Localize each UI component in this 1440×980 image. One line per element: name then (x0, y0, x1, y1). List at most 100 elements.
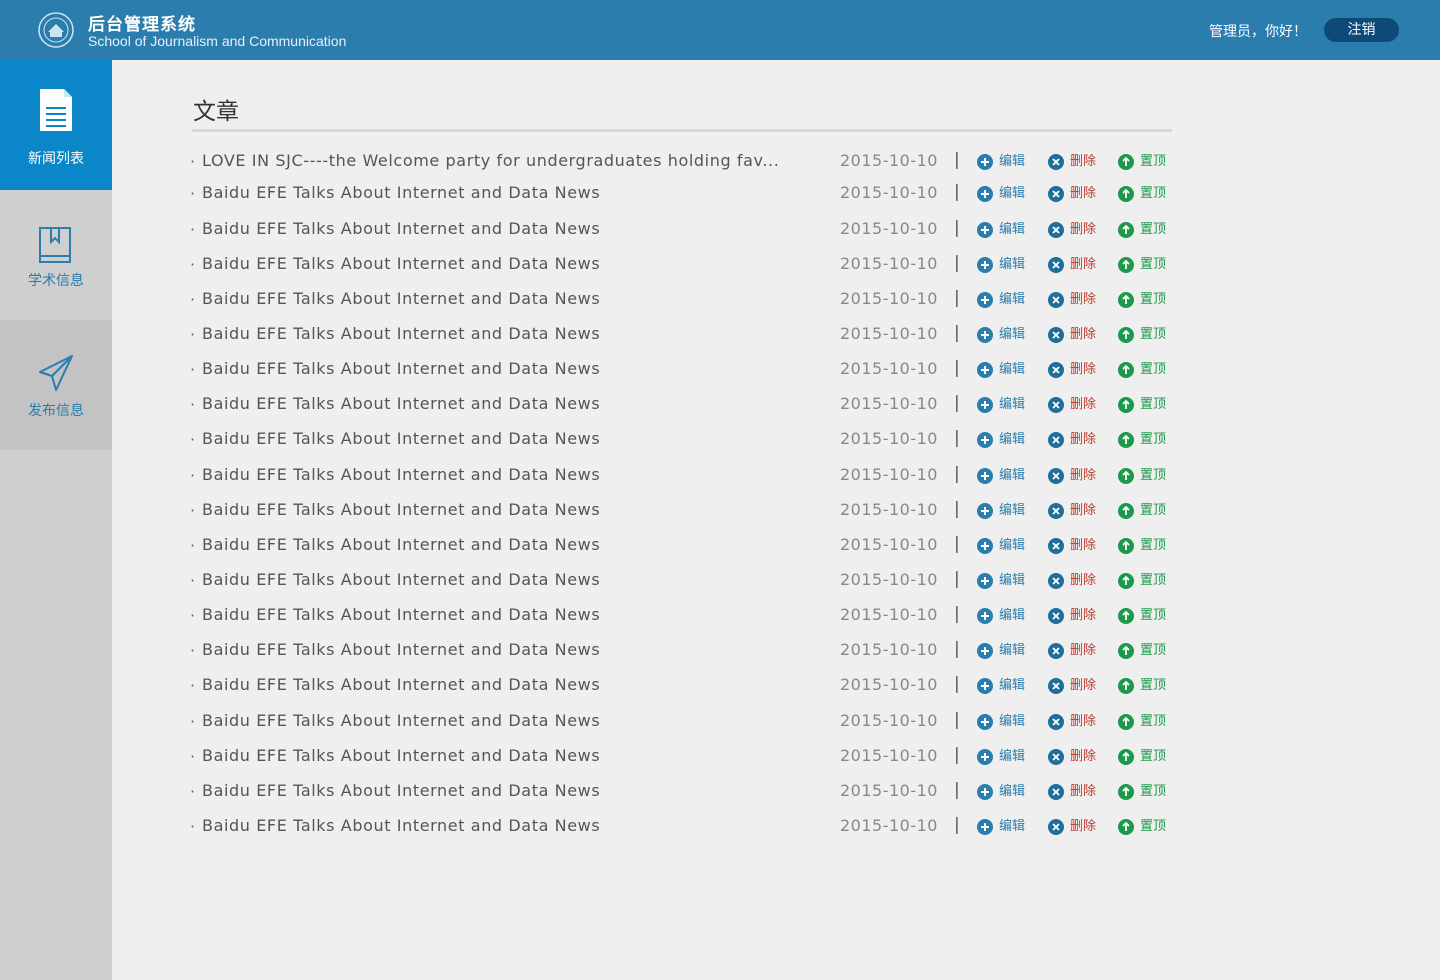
edit-button[interactable]: 编辑 (977, 783, 1033, 801)
delete-button[interactable]: 删除 (1048, 537, 1104, 555)
pin-button[interactable]: 置顶 (1118, 537, 1174, 555)
delete-button[interactable]: 删除 (1048, 677, 1104, 695)
delete-label: 删除 (1070, 397, 1097, 412)
sidebar-item-academic-info[interactable]: 学术信息 (0, 190, 112, 320)
edit-button[interactable]: 编辑 (977, 713, 1033, 731)
pin-button[interactable]: 置顶 (1118, 185, 1174, 203)
edit-button[interactable]: 编辑 (977, 221, 1033, 239)
article-title[interactable]: Baidu EFE Talks About Internet and Data … (202, 816, 787, 835)
delete-button[interactable]: 删除 (1048, 361, 1104, 379)
pin-button[interactable]: 置顶 (1118, 256, 1174, 274)
article-title[interactable]: Baidu EFE Talks About Internet and Data … (202, 465, 787, 484)
close-circle-icon (1048, 327, 1064, 343)
delete-button[interactable]: 删除 (1048, 396, 1104, 414)
article-date: 2015-10-10 (840, 254, 938, 273)
edit-button[interactable]: 编辑 (977, 607, 1033, 625)
delete-button[interactable]: 删除 (1048, 607, 1104, 625)
article-title[interactable]: Baidu EFE Talks About Internet and Data … (202, 183, 787, 202)
pin-button[interactable]: 置顶 (1118, 818, 1174, 836)
delete-button[interactable]: 删除 (1048, 713, 1104, 731)
edit-button[interactable]: 编辑 (977, 467, 1033, 485)
pin-button[interactable]: 置顶 (1118, 361, 1174, 379)
article-title[interactable]: Baidu EFE Talks About Internet and Data … (202, 219, 787, 238)
article-title[interactable]: Baidu EFE Talks About Internet and Data … (202, 570, 787, 589)
pin-button[interactable]: 置顶 (1118, 677, 1174, 695)
article-title[interactable]: Baidu EFE Talks About Internet and Data … (202, 254, 787, 273)
edit-button[interactable]: 编辑 (977, 431, 1033, 449)
article-title[interactable]: Baidu EFE Talks About Internet and Data … (202, 394, 787, 413)
pin-button[interactable]: 置顶 (1118, 431, 1174, 449)
article-date: 2015-10-10 (840, 429, 938, 448)
list-item: · Baidu EFE Talks About Internet and Data… (190, 178, 1180, 210)
delete-button[interactable]: 删除 (1048, 818, 1104, 836)
article-title[interactable]: Baidu EFE Talks About Internet and Data … (202, 359, 787, 378)
edit-button[interactable]: 编辑 (977, 572, 1033, 590)
delete-button[interactable]: 删除 (1048, 291, 1104, 309)
article-title[interactable]: Baidu EFE Talks About Internet and Data … (202, 675, 787, 694)
edit-button[interactable]: 编辑 (977, 818, 1033, 836)
close-circle-icon (1048, 678, 1064, 694)
delete-button[interactable]: 删除 (1048, 572, 1104, 590)
delete-button[interactable]: 删除 (1048, 153, 1104, 171)
pin-button[interactable]: 置顶 (1118, 153, 1174, 171)
article-title[interactable]: Baidu EFE Talks About Internet and Data … (202, 711, 787, 730)
edit-button[interactable]: 编辑 (977, 748, 1033, 766)
article-title[interactable]: LOVE IN SJC----the Welcome party for und… (202, 151, 787, 170)
article-title[interactable]: Baidu EFE Talks About Internet and Data … (202, 640, 787, 659)
article-date: 2015-10-10 (840, 219, 938, 238)
pin-button[interactable]: 置顶 (1118, 572, 1174, 590)
edit-button[interactable]: 编辑 (977, 326, 1033, 344)
pin-button[interactable]: 置顶 (1118, 396, 1174, 414)
edit-button[interactable]: 编辑 (977, 361, 1033, 379)
sidebar-item-publish-info[interactable]: 发布信息 (0, 320, 112, 450)
list-item: · Baidu EFE Talks About Internet and Data… (190, 600, 1180, 632)
pin-button[interactable]: 置顶 (1118, 748, 1174, 766)
article-title[interactable]: Baidu EFE Talks About Internet and Data … (202, 289, 787, 308)
article-title[interactable]: Baidu EFE Talks About Internet and Data … (202, 429, 787, 448)
article-title[interactable]: Baidu EFE Talks About Internet and Data … (202, 605, 787, 624)
article-title[interactable]: Baidu EFE Talks About Internet and Data … (202, 500, 787, 519)
edit-button[interactable]: 编辑 (977, 185, 1033, 203)
edit-button[interactable]: 编辑 (977, 291, 1033, 309)
delete-button[interactable]: 删除 (1048, 431, 1104, 449)
article-title[interactable]: Baidu EFE Talks About Internet and Data … (202, 535, 787, 554)
article-title[interactable]: Baidu EFE Talks About Internet and Data … (202, 746, 787, 765)
delete-button[interactable]: 删除 (1048, 748, 1104, 766)
delete-button[interactable]: 删除 (1048, 256, 1104, 274)
delete-button[interactable]: 删除 (1048, 185, 1104, 203)
edit-button[interactable]: 编辑 (977, 677, 1033, 695)
article-date: 2015-10-10 (840, 675, 938, 694)
edit-button[interactable]: 编辑 (977, 537, 1033, 555)
delete-button[interactable]: 删除 (1048, 467, 1104, 485)
edit-button[interactable]: 编辑 (977, 256, 1033, 274)
sidebar-item-news-list[interactable]: 新闻列表 (0, 60, 112, 190)
pin-button[interactable]: 置顶 (1118, 607, 1174, 625)
delete-button[interactable]: 删除 (1048, 326, 1104, 344)
edit-button[interactable]: 编辑 (977, 502, 1033, 520)
list-item: · Baidu EFE Talks About Internet and Data… (190, 495, 1180, 527)
pin-button[interactable]: 置顶 (1118, 291, 1174, 309)
pin-button[interactable]: 置顶 (1118, 642, 1174, 660)
edit-button[interactable]: 编辑 (977, 642, 1033, 660)
pin-button[interactable]: 置顶 (1118, 326, 1174, 344)
pin-button[interactable]: 置顶 (1118, 783, 1174, 801)
pin-label: 置顶 (1140, 503, 1167, 518)
pin-button[interactable]: 置顶 (1118, 713, 1174, 731)
article-title[interactable]: Baidu EFE Talks About Internet and Data … (202, 324, 787, 343)
list-item: · Baidu EFE Talks About Internet and Data… (190, 389, 1180, 421)
edit-button[interactable]: 编辑 (977, 396, 1033, 414)
pin-label: 置顶 (1140, 608, 1167, 623)
delete-button[interactable]: 删除 (1048, 221, 1104, 239)
list-item: · Baidu EFE Talks About Internet and Data… (190, 530, 1180, 562)
bullet: · (190, 501, 196, 520)
pin-button[interactable]: 置顶 (1118, 502, 1174, 520)
delete-button[interactable]: 删除 (1048, 502, 1104, 520)
edit-button[interactable]: 编辑 (977, 153, 1033, 171)
pin-button[interactable]: 置顶 (1118, 221, 1174, 239)
logout-button[interactable]: 注销 (1324, 18, 1399, 42)
article-title[interactable]: Baidu EFE Talks About Internet and Data … (202, 781, 787, 800)
edit-label: 编辑 (999, 749, 1026, 764)
pin-button[interactable]: 置顶 (1118, 467, 1174, 485)
delete-button[interactable]: 删除 (1048, 642, 1104, 660)
delete-button[interactable]: 删除 (1048, 783, 1104, 801)
